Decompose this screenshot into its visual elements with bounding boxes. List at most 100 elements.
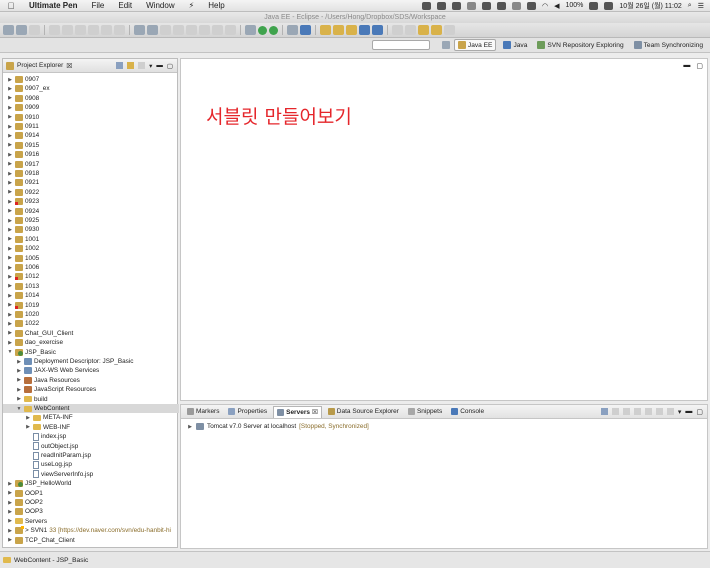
tree-item[interactable]: ▶ 1014 (7, 291, 39, 300)
expand-arrow-icon[interactable]: ▶ (7, 189, 13, 195)
tree-item[interactable]: ▶ 0907_ex (7, 84, 50, 93)
tree-item[interactable]: ▶ JavaScript Resources (16, 385, 96, 394)
project-explorer-tab[interactable]: Project Explorer ☒ ▾ ▬ ▢ (3, 59, 177, 73)
copy-icon[interactable] (101, 25, 112, 35)
menu-window[interactable]: Window (139, 1, 181, 10)
minimize-icon[interactable]: ▬ (685, 408, 692, 415)
open-perspective-icon[interactable] (441, 41, 450, 49)
tree-item[interactable]: ▶ > SVN1 33 [https://dev.naver.com/svn/edu… (7, 526, 171, 535)
expand-arrow-icon[interactable]: ▶ (7, 490, 13, 496)
expand-arrow-icon[interactable]: ▶ (7, 105, 13, 111)
link-icon[interactable] (173, 25, 184, 35)
expand-arrow-icon[interactable]: ▶ (7, 274, 13, 280)
tree-item[interactable]: ▶ 0925 (7, 216, 39, 225)
tree-item[interactable]: ▶ 1020 (7, 310, 39, 319)
expand-arrow-icon[interactable]: ▶ (7, 293, 13, 299)
last-edit-icon[interactable] (444, 25, 455, 35)
menu-help[interactable]: Help (201, 1, 231, 10)
input-flag-icon[interactable] (604, 1, 614, 10)
save-all-icon[interactable] (29, 25, 40, 35)
server-icon[interactable] (134, 25, 145, 35)
tree-item[interactable]: ▶ 1022 (7, 319, 39, 328)
debug-server-icon[interactable] (611, 408, 619, 415)
table-icon[interactable] (147, 25, 158, 35)
open-task-icon[interactable] (346, 25, 357, 35)
expand-arrow-icon[interactable]: ▶ (7, 124, 13, 130)
tree-item[interactable]: ▶ OOP2 (7, 498, 43, 507)
perspective-java[interactable]: Java (500, 40, 530, 50)
undo-icon[interactable] (62, 25, 73, 35)
expand-arrow-icon[interactable]: ▶ (7, 509, 13, 515)
new-java-project-icon[interactable] (287, 25, 298, 35)
tree-item[interactable]: ▼ JSP_Basic (7, 348, 56, 357)
tree-item[interactable]: ▶ 0914 (7, 131, 39, 140)
tray-monitor-icon[interactable] (482, 1, 491, 10)
tree-item[interactable]: index.jsp (25, 432, 66, 441)
expand-arrow-icon[interactable]: ▶ (7, 255, 13, 261)
expand-arrow-icon[interactable]: ▶ (7, 180, 13, 186)
tree-item[interactable]: ▶ 1002 (7, 244, 39, 253)
tree-item[interactable]: ▶ 0924 (7, 207, 39, 216)
collapse-arrow-icon[interactable]: ▼ (16, 406, 22, 412)
expand-arrow-icon[interactable]: ▶ (16, 396, 22, 402)
open-folder-icon[interactable] (333, 25, 344, 35)
search-globe-icon[interactable] (359, 25, 370, 35)
expand-arrow-icon[interactable]: ▶ (16, 387, 22, 393)
tree-item[interactable]: ▶ 0930 (7, 225, 39, 234)
tab-snippets[interactable]: Snippets (405, 406, 445, 418)
start-server-icon[interactable] (622, 408, 630, 415)
refresh-icon[interactable] (225, 25, 236, 35)
tree-item[interactable]: ▶ OOP3 (7, 507, 43, 516)
expand-arrow-icon[interactable]: ▶ (7, 236, 13, 242)
volume-icon[interactable]: ◀ (554, 2, 559, 10)
tree-item[interactable]: ▶ OOP1 (7, 489, 43, 498)
tree-item[interactable]: ▶ JAX-WS Web Services (16, 366, 99, 375)
tree-item[interactable]: ▶ 0910 (7, 113, 39, 122)
expand-arrow-icon[interactable]: ▶ (16, 359, 22, 365)
tab-properties[interactable]: Properties (225, 406, 270, 418)
menu-edit[interactable]: Edit (111, 1, 139, 10)
battery-icon[interactable] (589, 1, 599, 10)
tree-item[interactable]: ▶ 0911 (7, 122, 39, 131)
expand-arrow-icon[interactable]: ▶ (7, 481, 13, 487)
minimize-icon[interactable]: ▬ (683, 62, 690, 70)
expand-arrow-icon[interactable]: ▶ (7, 283, 13, 289)
tree-item[interactable]: ▶ 1005 (7, 254, 39, 263)
dropbox-icon[interactable] (422, 1, 431, 10)
perspective-team-sync[interactable]: Team Synchronizing (631, 40, 706, 50)
expand-arrow-icon[interactable]: ▶ (7, 114, 13, 120)
tray-x-icon[interactable] (452, 1, 461, 10)
perspective-java-ee[interactable]: Java EE (453, 39, 497, 51)
expand-arrow-icon[interactable]: ▶ (7, 95, 13, 101)
settings-icon[interactable] (245, 25, 256, 35)
tree-item[interactable]: ▶ Java Resources (16, 376, 80, 385)
expand-arrow-icon[interactable]: ▶ (7, 312, 13, 318)
maximize-icon[interactable]: ▢ (167, 62, 173, 70)
print-icon[interactable] (49, 25, 60, 35)
menu-file[interactable]: File (84, 1, 111, 10)
tree-item[interactable]: ▶ dao_exercise (7, 338, 63, 347)
web-browser-icon[interactable] (372, 25, 383, 35)
prev-annotation-icon[interactable] (405, 25, 416, 35)
tab-data-source-explorer[interactable]: Data Source Explorer (325, 406, 402, 418)
expand-arrow-icon[interactable]: ▶ (7, 528, 13, 534)
expand-arrow-icon[interactable]: ▶ (7, 218, 13, 224)
expand-arrow-icon[interactable]: ▶ (16, 368, 22, 374)
battery-percent[interactable]: 100% (566, 2, 584, 9)
tree-item[interactable]: ▶ 1019 (7, 301, 39, 310)
ultimate-pen-bolt-icon[interactable]: ⚡ (182, 1, 202, 10)
expand-arrow-icon[interactable]: ▶ (7, 133, 13, 139)
expand-arrow-icon[interactable]: ▶ (7, 152, 13, 158)
tab-servers[interactable]: Servers ☒ (273, 405, 322, 418)
view-menu-icon[interactable]: ▾ (678, 408, 682, 416)
filter-icon[interactable] (212, 25, 223, 35)
open-type-icon[interactable] (320, 25, 331, 35)
expand-arrow-icon[interactable]: ▶ (25, 424, 31, 430)
expand-arrow-icon[interactable]: ▶ (7, 208, 13, 214)
expand-arrow-icon[interactable]: ▶ (7, 227, 13, 233)
forward-icon[interactable] (431, 25, 442, 35)
tree-item[interactable]: ▶ 1012 (7, 272, 39, 281)
tree-item[interactable]: ▶ 1001 (7, 235, 39, 244)
tab-markers[interactable]: Markers (184, 406, 222, 418)
collapse-all-icon[interactable] (116, 62, 124, 69)
